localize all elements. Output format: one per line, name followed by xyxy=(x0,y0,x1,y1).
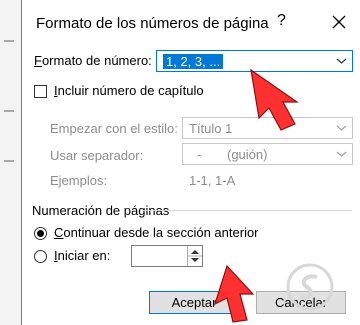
continue-previous-radio[interactable] xyxy=(34,227,47,240)
chevron-down-icon xyxy=(331,51,352,71)
include-chapter-label: Incluir número de capítulo xyxy=(54,83,204,98)
ruler-tick xyxy=(4,40,14,42)
include-chapter-checkbox[interactable] xyxy=(34,85,47,98)
close-icon xyxy=(332,15,346,29)
examples-value: 1-1, 1-A xyxy=(189,173,236,188)
separator-value: - xyxy=(197,147,202,162)
section-divider xyxy=(142,210,352,211)
dialog-title: Formato de los números de página xyxy=(36,15,269,32)
start-at-spinner[interactable] xyxy=(131,245,203,267)
start-at-radio[interactable] xyxy=(34,250,47,263)
number-format-select[interactable]: 1, 2, 3, ... xyxy=(156,50,353,72)
start-style-label: Empezar con el estilo: xyxy=(50,121,178,136)
examples-label: Ejemplos: xyxy=(50,173,108,188)
number-format-label: Formato de número: xyxy=(34,53,152,68)
spinner-arrows-icon xyxy=(188,250,202,262)
help-button[interactable]: ? xyxy=(277,12,286,30)
chevron-down-icon xyxy=(331,144,352,164)
start-style-value: Título 1 xyxy=(189,121,233,136)
ruler-tick xyxy=(4,160,14,162)
separator-name: (guión) xyxy=(227,147,268,162)
close-button[interactable] xyxy=(327,10,351,34)
ok-button[interactable]: Aceptar xyxy=(149,291,239,314)
start-at-label: Iniciar en: xyxy=(54,248,111,263)
chevron-down-icon xyxy=(331,118,352,138)
number-format-value: 1, 2, 3, ... xyxy=(163,54,224,69)
start-style-select[interactable]: Título 1 xyxy=(182,117,353,139)
ruler-tick xyxy=(4,110,14,112)
spinner-buttons[interactable] xyxy=(187,246,202,266)
watermark-logo xyxy=(286,263,334,311)
background-document-strip xyxy=(0,0,21,325)
separator-label: Usar separador: xyxy=(50,148,144,163)
continue-previous-label: Continuar desde la sección anterior xyxy=(54,225,259,240)
separator-select[interactable]: - (guión) xyxy=(182,143,353,165)
